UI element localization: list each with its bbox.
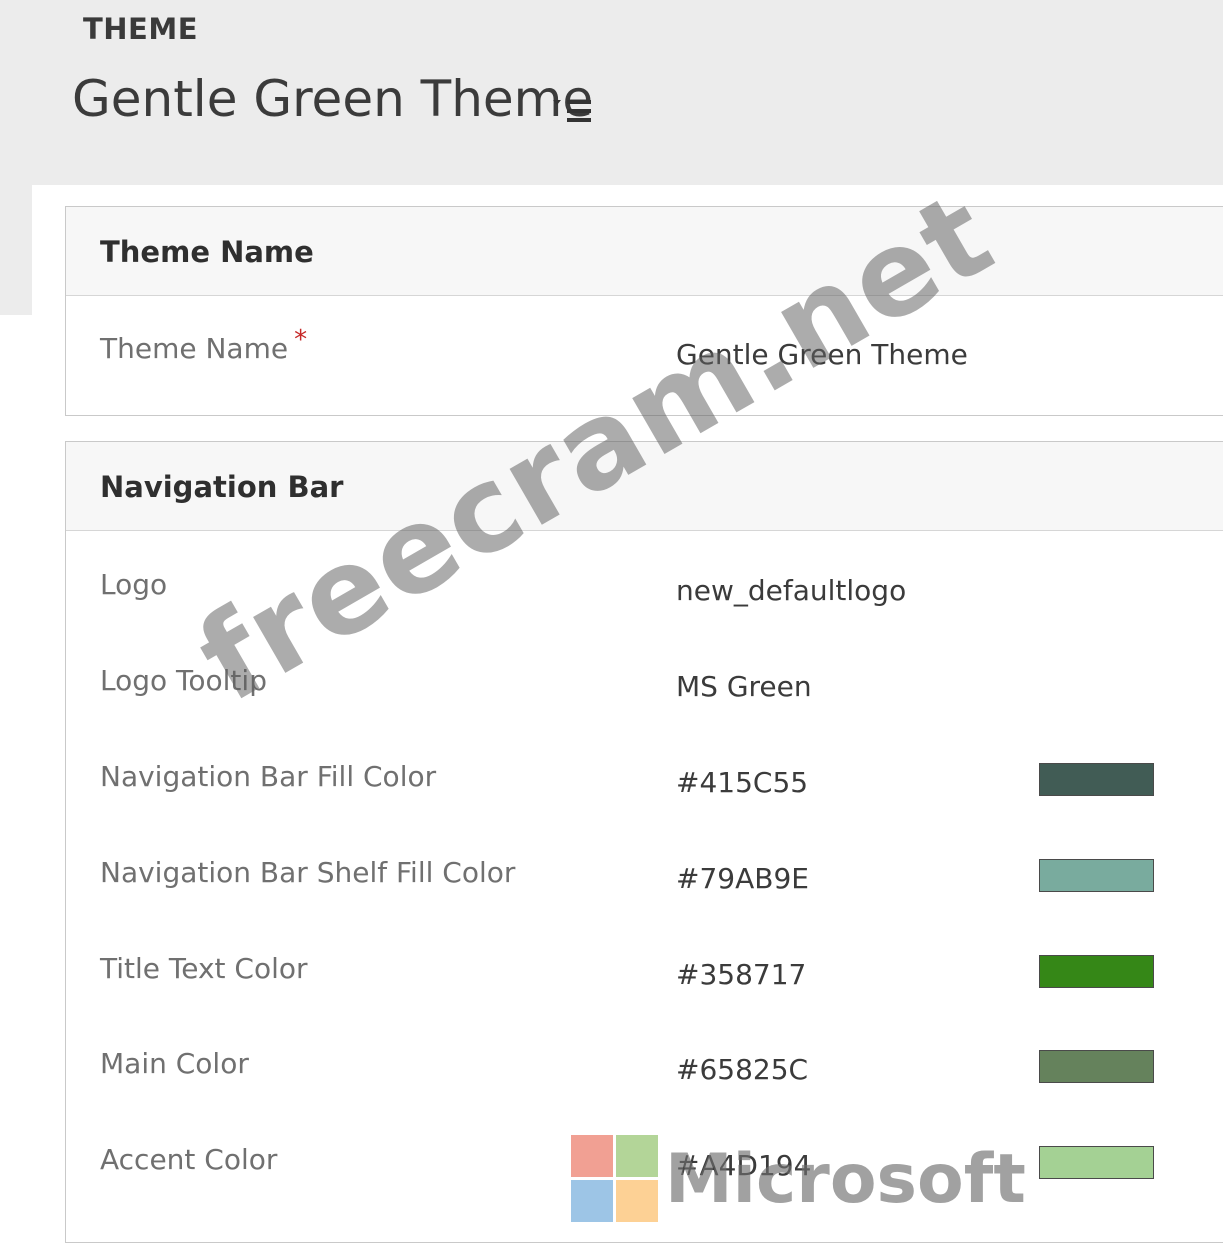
field-label: Theme Name * xyxy=(100,325,307,365)
logo-square xyxy=(616,1135,658,1177)
field-row-theme-name: Theme Name * Gentle Green Theme xyxy=(66,325,1223,372)
logo-tooltip-value[interactable]: MS Green xyxy=(676,670,812,703)
field-row-main-color: Main Color #65825C xyxy=(66,1047,1223,1087)
section-navigation-bar: Navigation Bar Logo new_defaultlogo Logo… xyxy=(65,441,1223,1243)
field-row-nav-fill-color: Navigation Bar Fill Color #415C55 xyxy=(66,760,1223,800)
field-label: Navigation Bar Fill Color xyxy=(100,760,437,793)
field-label: Title Text Color xyxy=(100,952,308,985)
color-value[interactable]: #358717 xyxy=(676,958,806,991)
field-label: Navigation Bar Shelf Fill Color xyxy=(100,856,516,889)
microsoft-logo-icon xyxy=(571,1135,659,1223)
field-row-logo: Logo new_defaultlogo xyxy=(66,568,1223,608)
color-swatch xyxy=(1039,1050,1154,1083)
color-swatch xyxy=(1039,763,1154,796)
section-header: Navigation Bar xyxy=(66,442,1223,531)
header-side-band xyxy=(0,185,32,315)
section-theme-name: Theme Name Theme Name * Gentle Green Them… xyxy=(65,206,1223,416)
field-row-title-text-color: Title Text Color #358717 xyxy=(66,952,1223,992)
field-label-text: Theme Name xyxy=(100,332,289,365)
section-title: Navigation Bar xyxy=(100,470,344,504)
entity-type-label: THEME xyxy=(83,12,199,46)
field-label: Logo xyxy=(100,568,168,601)
section-title: Theme Name xyxy=(100,235,314,269)
color-swatch xyxy=(1039,955,1154,988)
logo-square xyxy=(571,1135,613,1177)
color-value[interactable]: #65825C xyxy=(676,1053,808,1086)
field-label: Main Color xyxy=(100,1047,249,1080)
field-label: Logo Tooltip xyxy=(100,664,267,697)
logo-value[interactable]: new_defaultlogo xyxy=(676,574,906,607)
color-value[interactable]: #A4D194 xyxy=(676,1149,811,1182)
logo-square xyxy=(616,1180,658,1222)
field-row-nav-shelf-fill-color: Navigation Bar Shelf Fill Color #79AB9E xyxy=(66,856,1223,896)
color-swatch xyxy=(1039,1146,1154,1179)
color-value[interactable]: #415C55 xyxy=(676,766,808,799)
color-swatch xyxy=(1039,859,1154,892)
logo-square xyxy=(571,1180,613,1222)
required-asterisk: * xyxy=(294,325,308,355)
theme-name-value[interactable]: Gentle Green Theme xyxy=(676,338,968,371)
color-value[interactable]: #79AB9E xyxy=(676,862,809,895)
list-menu-icon[interactable] xyxy=(553,95,593,125)
record-title: Gentle Green Theme xyxy=(72,70,594,128)
field-row-logo-tooltip: Logo Tooltip MS Green xyxy=(66,664,1223,704)
section-header: Theme Name xyxy=(66,207,1223,296)
field-label: Accent Color xyxy=(100,1143,278,1176)
